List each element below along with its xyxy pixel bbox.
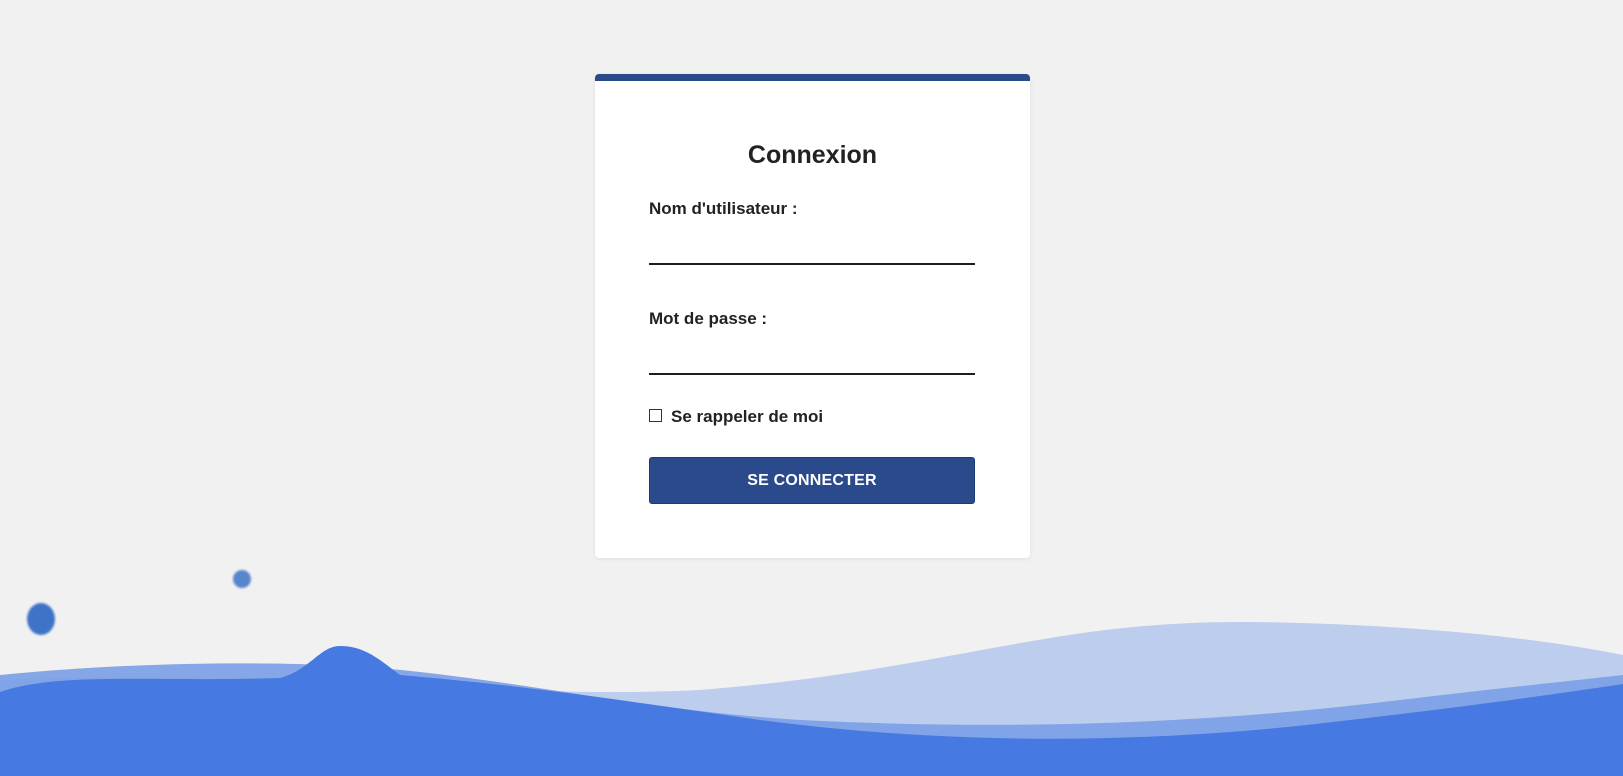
password-label: Mot de passe : [649, 309, 768, 328]
login-title: Connexion [747, 141, 878, 169]
username-label: Nom d'utilisateur : [649, 199, 798, 218]
password-input[interactable] [649, 343, 975, 375]
remember-me: Se rappeler de moi [649, 407, 823, 427]
decorative-bubble [233, 570, 251, 588]
login-button[interactable]: SE CONNECTER [649, 457, 975, 504]
background-waves [0, 621, 1623, 776]
login-card: Connexion Nom d'utilisateur : Mot de pas… [595, 74, 1030, 558]
decorative-bubble [27, 603, 55, 635]
login-page: Connexion Nom d'utilisateur : Mot de pas… [0, 0, 1623, 776]
remember-checkbox[interactable] [649, 408, 662, 422]
username-input[interactable] [649, 233, 975, 265]
remember-label[interactable]: Se rappeler de moi [671, 407, 823, 427]
